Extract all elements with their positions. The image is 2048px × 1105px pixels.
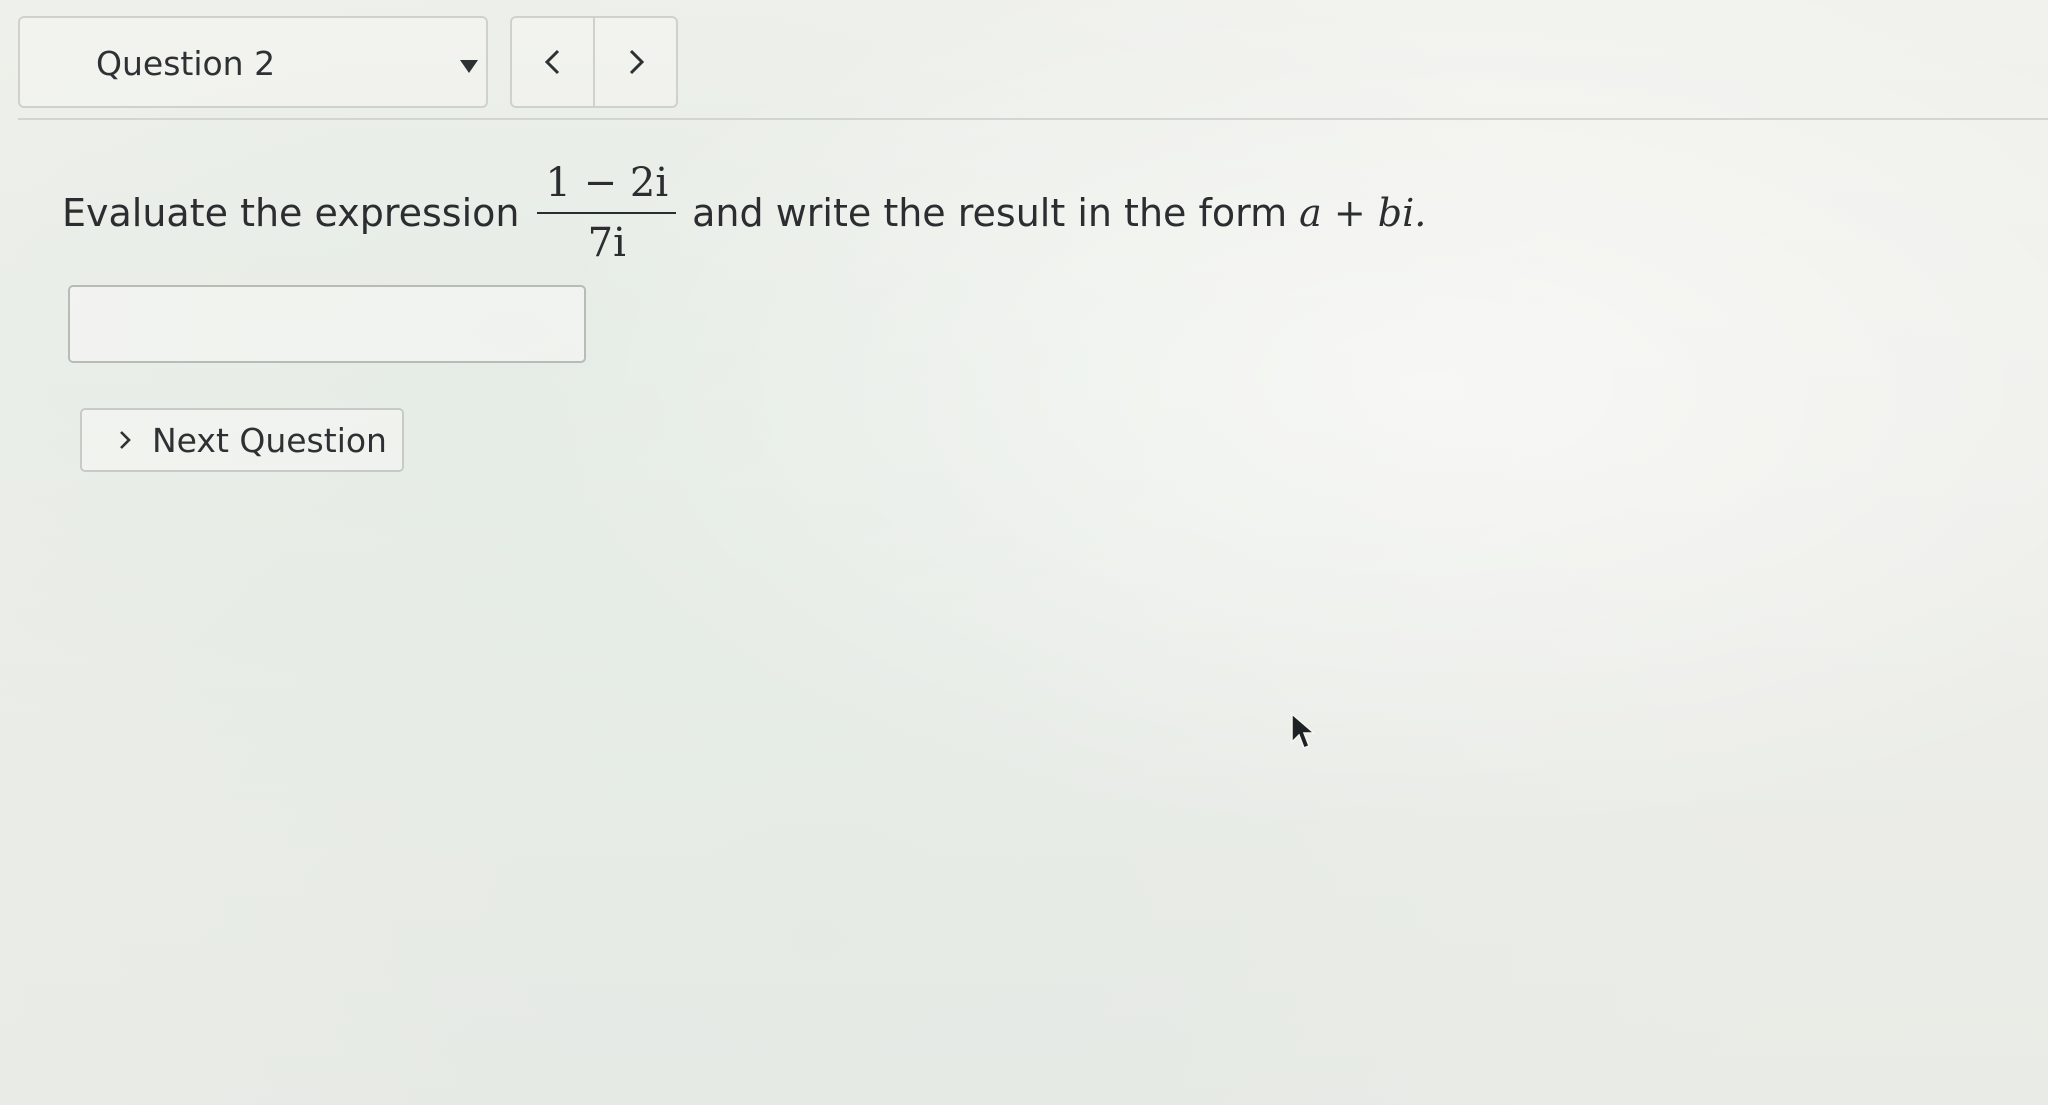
previous-question-button[interactable] [512, 18, 593, 106]
fraction-numerator: 1 − 2i [545, 160, 669, 206]
mouse-cursor-icon [1291, 712, 1316, 749]
prompt-text-after: and write the result in the form [692, 191, 1288, 235]
result-form: a + bi. [1299, 191, 1427, 235]
question-prompt: Evaluate the expression 1 − 2i 7i and wr… [62, 160, 1426, 266]
toolbar-divider [18, 118, 2048, 120]
fraction-denominator: 7i [587, 220, 626, 266]
next-question-label: Next Question [152, 420, 387, 460]
answer-input[interactable] [68, 285, 586, 363]
expression-fraction: 1 − 2i 7i [537, 160, 677, 266]
question-select-dropdown[interactable]: Question 2 [18, 16, 488, 108]
chevron-right-icon [120, 431, 131, 449]
caret-down-icon [460, 60, 478, 73]
prompt-text-before: Evaluate the expression [62, 191, 520, 235]
next-question-button[interactable]: Next Question [80, 408, 404, 472]
question-select-label: Question 2 [96, 44, 276, 83]
chevron-right-icon [629, 49, 644, 75]
next-question-arrow-button[interactable] [593, 18, 676, 106]
question-nav-group [510, 16, 678, 108]
chevron-left-icon [544, 49, 559, 75]
